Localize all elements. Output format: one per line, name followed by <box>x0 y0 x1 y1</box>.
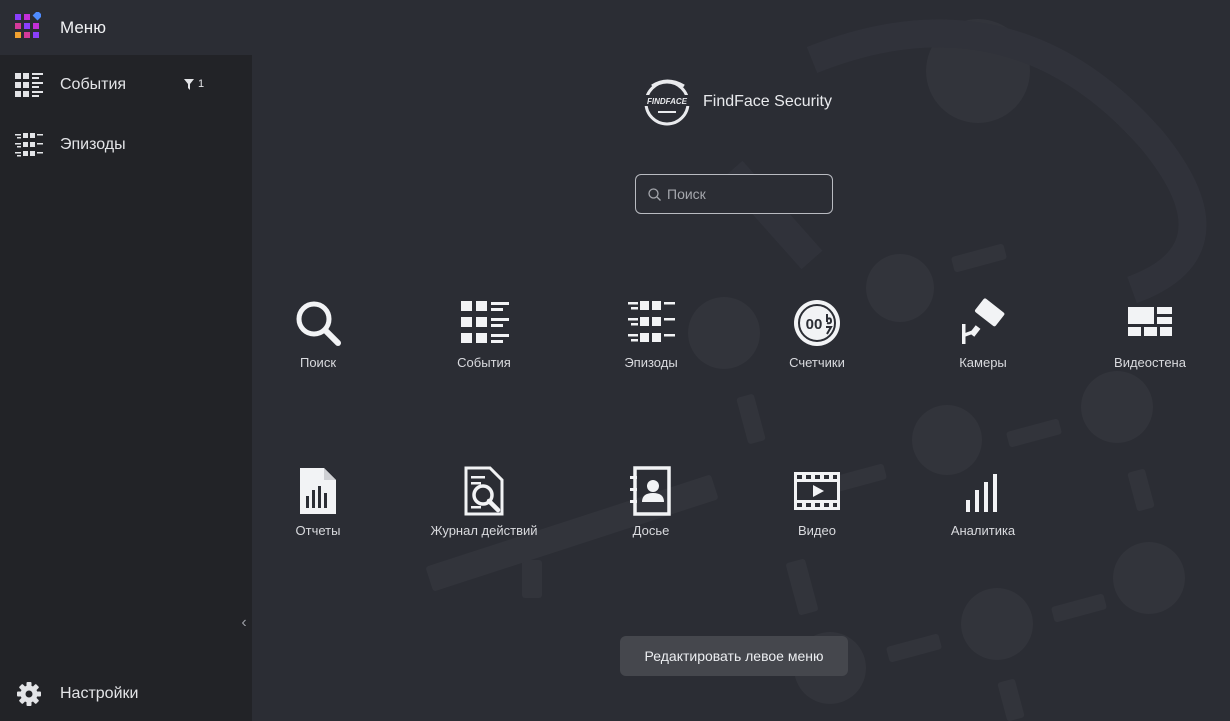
tile-events[interactable]: События <box>424 298 544 372</box>
search-icon <box>648 188 661 201</box>
tile-label: Эпизоды <box>624 355 678 370</box>
tile-videowall[interactable]: Видеостена <box>1090 298 1210 372</box>
tile-label: Журнал действий <box>430 523 538 538</box>
sidebar-item-label: События <box>60 76 127 93</box>
filter-count: 1 <box>198 78 205 90</box>
videowall-icon <box>1128 307 1172 336</box>
menu-grid-icon <box>15 12 41 38</box>
logo-text: FINDFACE <box>647 97 688 106</box>
filter-icon <box>184 78 194 90</box>
tile-audit-log[interactable]: Журнал действий <box>424 466 544 540</box>
tile-reports[interactable]: Отчеты <box>258 466 378 540</box>
sidebar: Меню События 1 Эпизоды ‹ Настройки <box>0 0 252 721</box>
menu-header[interactable]: Меню <box>0 0 252 55</box>
episodes-icon <box>15 133 43 157</box>
events-filter-badge[interactable]: 1 <box>184 78 204 90</box>
tile-label: Поиск <box>299 355 337 370</box>
brand: FINDFACE FindFace Security <box>642 78 832 126</box>
tile-label: Досье <box>632 523 670 538</box>
tile-cameras[interactable]: Камеры <box>923 298 1043 372</box>
search-field[interactable] <box>635 174 833 214</box>
search-input[interactable] <box>667 183 825 205</box>
menu-title: Меню <box>60 17 106 37</box>
sidebar-item-label: Эпизоды <box>60 136 126 153</box>
dossier-icon <box>630 466 671 516</box>
collapse-sidebar-button[interactable]: ‹ <box>236 614 252 634</box>
tile-analytics[interactable]: Аналитика <box>923 466 1043 540</box>
report-icon <box>300 468 336 514</box>
tile-label: Отчеты <box>295 523 341 538</box>
tile-dossier[interactable]: Досье <box>591 466 711 540</box>
counter-icon: 00 <box>794 300 840 346</box>
tile-label: Счетчики <box>789 355 845 370</box>
tile-video[interactable]: Видео <box>757 466 877 540</box>
events-icon <box>15 73 43 97</box>
sidebar-item-settings[interactable]: Настройки <box>0 669 252 719</box>
analytics-icon <box>966 474 997 512</box>
tile-episodes[interactable]: Эпизоды <box>591 298 711 372</box>
counter-icon-text: 00 <box>806 316 823 333</box>
sidebar-item-events[interactable]: События 1 <box>0 60 252 110</box>
gear-icon <box>17 682 41 706</box>
brand-name: FindFace Security <box>703 93 832 110</box>
episodes-icon <box>628 301 675 342</box>
events-icon <box>461 301 509 343</box>
camera-icon <box>962 298 1005 344</box>
sidebar-item-label: Настройки <box>60 685 139 702</box>
tile-label: Видео <box>798 523 836 538</box>
tile-search[interactable]: Поиск <box>258 298 378 372</box>
findface-logo: FINDFACE <box>643 79 691 126</box>
sidebar-item-episodes[interactable]: Эпизоды <box>0 120 252 170</box>
tile-label: Видеостена <box>1114 355 1186 370</box>
tile-counters[interactable]: 00 Счетчики <box>757 298 877 372</box>
tile-label: События <box>457 355 511 370</box>
search-icon <box>296 301 341 346</box>
tile-label: Камеры <box>959 355 1007 370</box>
tile-label: Аналитика <box>950 523 1016 538</box>
edit-left-menu-button[interactable]: Редактировать левое меню <box>620 636 848 676</box>
audit-log-icon <box>464 466 504 516</box>
video-icon <box>794 472 840 510</box>
